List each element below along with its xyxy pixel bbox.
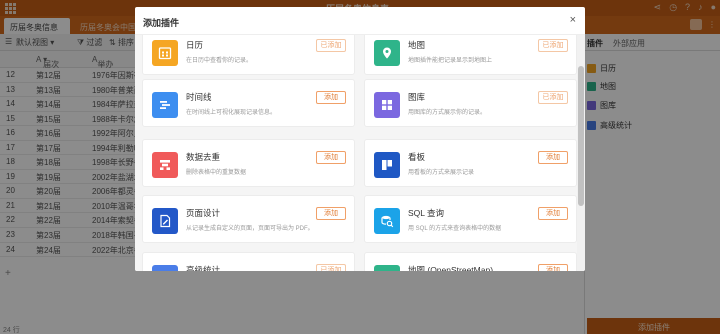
add-plugin-modal: 添加插件 × 日历 在日历中查看你的记录。 已添加 地图 地图插件能把记录显示到地图上已… (135, 7, 585, 271)
plugin-name: 数据去重 (186, 152, 221, 162)
plugin-name: SQL 查询 (408, 208, 445, 218)
plugin-card: 地图 (OpenStreetMap) 添加 (364, 252, 577, 271)
plugin-added-button[interactable]: 已添加 (538, 39, 568, 52)
stats-icon (152, 265, 178, 271)
plugin-card: 地图地图插件能把记录显示到地图上 已添加 (364, 35, 577, 75)
plugin-card: 日历在日历中查看你的记录。 已添加 (142, 35, 355, 75)
plugin-add-button[interactable]: 添加 (538, 264, 568, 271)
plugin-added-button[interactable]: 已添加 (316, 264, 346, 271)
page-design-icon (152, 208, 178, 234)
plugin-name: 地图 (408, 40, 426, 50)
plugin-card: 图库用图库的方式展示你的记录。 已添加 (364, 79, 577, 127)
plugin-name: 日历 (186, 40, 204, 50)
sql-query-icon (374, 208, 400, 234)
calendar-icon (152, 40, 178, 66)
plugin-description: 从记录生成自定义的页面，页面可导出为 PDF。 (186, 226, 314, 232)
plugin-card: 时间线在时间线上可视化展现记录信息。 添加 (142, 79, 355, 127)
dedupe-icon (152, 152, 178, 178)
timeline-icon (152, 92, 178, 118)
kanban-icon (374, 152, 400, 178)
plugin-add-button[interactable]: 添加 (538, 151, 568, 164)
close-icon[interactable]: × (570, 14, 576, 26)
modal-scrollbar[interactable] (577, 35, 585, 271)
plugin-name: 时间线 (186, 92, 212, 102)
plugin-card: SQL 查询用 SQL 的方式来查询表格中的数据 添加 (364, 195, 577, 243)
plugin-name: 地图 (OpenStreetMap) (408, 265, 494, 271)
plugin-list: 日历 在日历中查看你的记录。 已添加 地图 地图插件能把记录显示到地图上 已添加 时间线 在时… (135, 35, 577, 271)
plugin-description: 删除表格中的重复数据 (186, 170, 247, 176)
plugin-add-button[interactable]: 添加 (538, 207, 568, 220)
gallery-icon (374, 92, 400, 118)
modal-title: 添加插件 (143, 18, 180, 28)
plugin-description: 在时间线上可视化展现记录信息。 (186, 110, 277, 116)
plugin-description: 在日历中查看你的记录。 (186, 58, 253, 64)
plugin-description: 用看板的方式来展示记录 (408, 170, 475, 176)
plugin-add-button[interactable]: 添加 (316, 151, 346, 164)
modal-header: 添加插件 × (135, 7, 585, 35)
map-pin-icon (374, 40, 400, 66)
plugin-name: 图库 (408, 92, 426, 102)
osm-map-icon (374, 265, 400, 271)
plugin-card: 看板用看板的方式来展示记录 添加 (364, 139, 577, 187)
plugin-description: 地图插件能把记录显示到地图上 (408, 58, 493, 64)
plugin-description: 用 SQL 的方式来查询表格中的数据 (408, 226, 502, 232)
plugin-added-button[interactable]: 已添加 (538, 91, 568, 104)
plugin-name: 看板 (408, 152, 426, 162)
plugin-card: 页面设计从记录生成自定义的页面，页面可导出为 PDF。 添加 (142, 195, 355, 243)
plugin-description: 用图库的方式展示你的记录。 (408, 110, 487, 116)
plugin-added-button[interactable]: 已添加 (316, 39, 346, 52)
plugin-add-button[interactable]: 添加 (316, 91, 346, 104)
plugin-name: 页面设计 (186, 208, 221, 218)
plugin-name: 高级统计 (186, 265, 221, 271)
plugin-add-button[interactable]: 添加 (316, 207, 346, 220)
plugin-card: 高级统计 已添加 (142, 252, 355, 271)
scroll-thumb[interactable] (578, 66, 584, 206)
plugin-card: 数据去重删除表格中的重复数据 添加 (142, 139, 355, 187)
